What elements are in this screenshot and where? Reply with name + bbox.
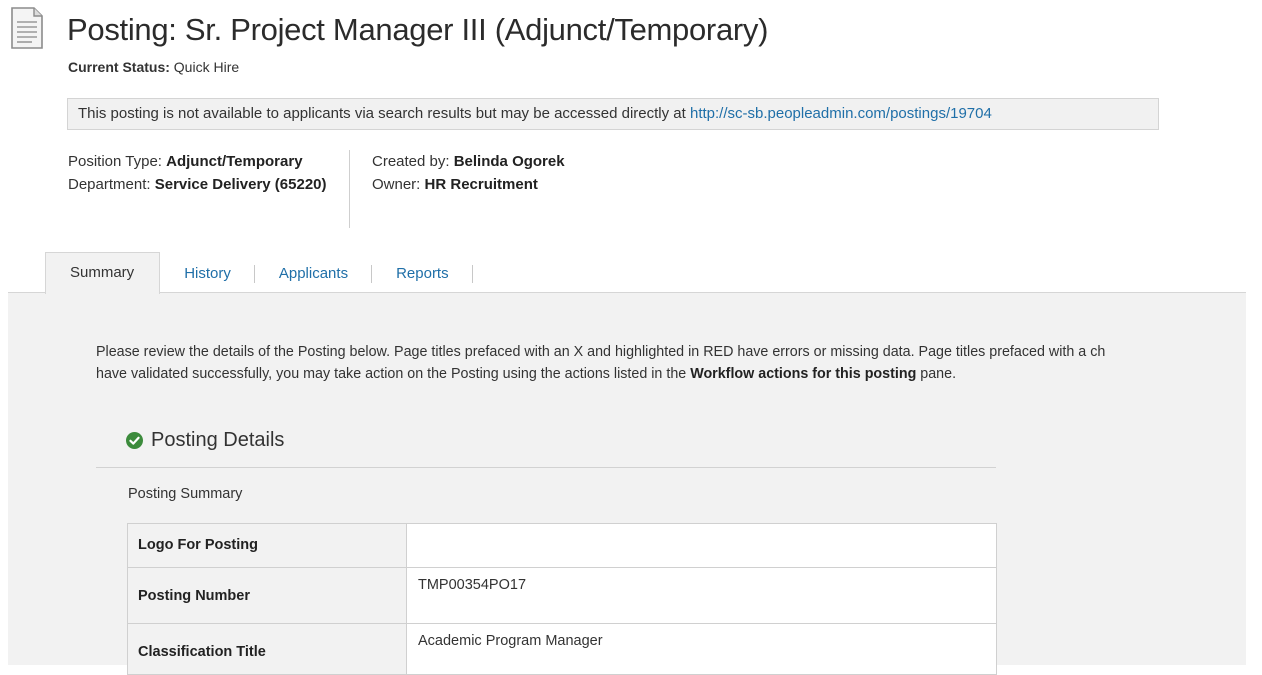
posting-summary-subtitle: Posting Summary (128, 486, 243, 502)
instructions-line-2-end: pane. (916, 366, 957, 382)
row-value-classification-title: Academic Program Manager (406, 623, 997, 675)
position-type-label: Position Type: (68, 153, 162, 170)
document-icon (11, 7, 43, 49)
notice-text: This posting is not available to applica… (78, 105, 690, 122)
posting-meta-right: Created by: Belinda Ogorek Owner: HR Rec… (372, 150, 772, 196)
owner: Owner: HR Recruitment (372, 173, 772, 196)
section-divider (96, 467, 996, 468)
status-value: Quick Hire (173, 59, 240, 75)
tab-reports[interactable]: Reports (372, 254, 473, 294)
owner-label: Owner: (372, 176, 421, 193)
summary-panel: Please review the details of the Posting… (8, 292, 1246, 675)
table-row: Posting Number TMP00354PO17 (127, 567, 997, 624)
department-value: Service Delivery (65220) (154, 176, 327, 193)
current-status: Current Status: Quick Hire (68, 59, 239, 75)
posting-url-link[interactable]: http://sc-sb.peopleadmin.com/postings/19… (690, 105, 992, 122)
table-row: Logo For Posting (127, 523, 997, 568)
created-by-label: Created by: (372, 153, 450, 170)
page-title: Posting: Sr. Project Manager III (Adjunc… (67, 12, 769, 47)
workflow-actions-reference: Workflow actions for this posting (690, 366, 917, 382)
position-type: Position Type: Adjunct/Temporary (68, 150, 348, 173)
review-instructions: Please review the details of the Posting… (96, 341, 1246, 385)
tab-history[interactable]: History (160, 254, 255, 294)
instructions-line-2: have validated successfully, you may tak… (96, 363, 1246, 385)
department-label: Department: (68, 176, 151, 193)
posting-tabs: Summary History Applicants Reports (45, 252, 473, 294)
instructions-line-1: Please review the details of the Posting… (96, 344, 1106, 360)
tab-summary[interactable]: Summary (45, 252, 161, 294)
created-by: Created by: Belinda Ogorek (372, 150, 772, 173)
department: Department: Service Delivery (65220) (68, 173, 348, 196)
row-label-classification-title: Classification Title (127, 623, 407, 675)
table-row: Classification Title Academic Program Ma… (127, 623, 997, 675)
posting-details-heading: Posting Details (126, 429, 284, 452)
check-circle-icon (126, 432, 143, 449)
row-label-posting-number: Posting Number (127, 567, 407, 624)
posting-summary-table: Logo For Posting Posting Number TMP00354… (127, 523, 997, 675)
row-label-logo: Logo For Posting (127, 523, 407, 568)
availability-notice: This posting is not available to applica… (67, 98, 1159, 130)
section-title: Posting Details (151, 429, 285, 451)
row-value-posting-number: TMP00354PO17 (406, 567, 997, 624)
meta-divider (349, 150, 350, 228)
tab-applicants[interactable]: Applicants (255, 254, 373, 294)
posting-meta-left: Position Type: Adjunct/Temporary Departm… (68, 150, 348, 196)
position-type-value: Adjunct/Temporary (166, 153, 303, 170)
owner-value: HR Recruitment (424, 176, 538, 193)
created-by-value: Belinda Ogorek (453, 153, 565, 170)
status-label: Current Status: (68, 59, 170, 75)
row-value-logo (406, 523, 997, 568)
instructions-line-2-text: have validated successfully, you may tak… (96, 366, 691, 382)
